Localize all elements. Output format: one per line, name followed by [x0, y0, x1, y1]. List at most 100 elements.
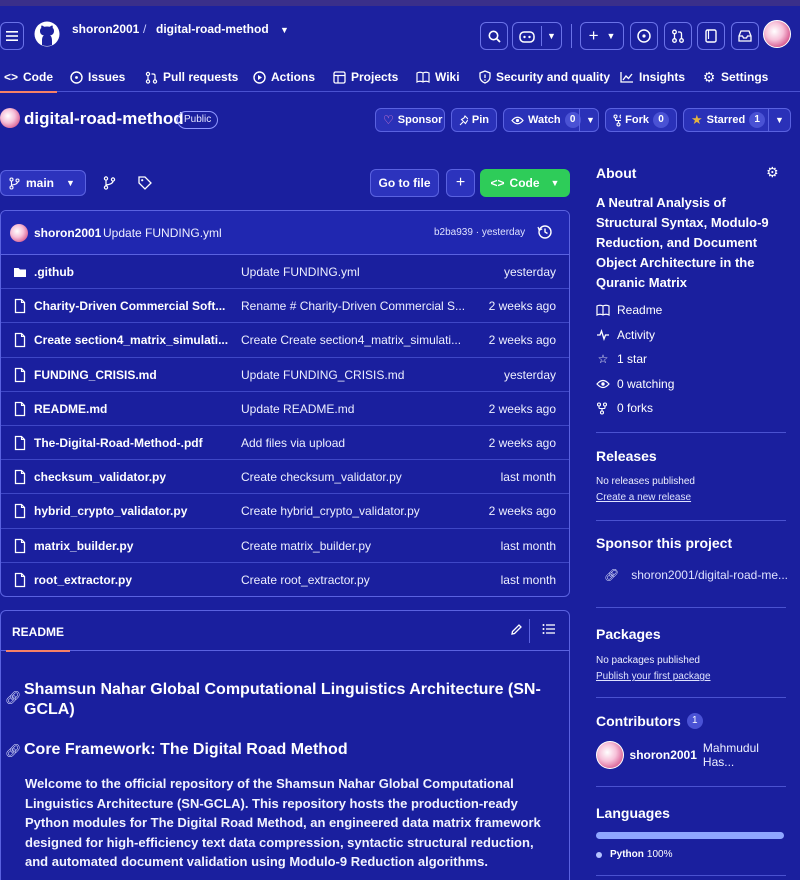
sponsor-link[interactable]: 🔗︎ shoron2001/digital-road-me... — [604, 568, 800, 582]
visibility-badge: Public — [177, 111, 219, 129]
tab-label: Code — [23, 70, 53, 84]
github-logo-icon[interactable] — [34, 21, 60, 47]
divider — [579, 109, 580, 131]
tab-wiki[interactable]: Wiki — [416, 62, 460, 92]
file-row[interactable]: README.md Update README.md 2 weeks ago — [1, 392, 569, 426]
repo-link[interactable]: digital-road-method ▼ — [156, 22, 289, 36]
stars-link[interactable]: ☆ 1 star — [596, 352, 647, 366]
forks-link[interactable]: 0 forks — [596, 401, 653, 415]
file-commit-message[interactable]: Create root_extractor.py — [241, 573, 370, 587]
repo-title[interactable]: digital-road-method — [24, 109, 184, 129]
file-row[interactable]: Charity-Driven Commercial Soft... Rename … — [1, 289, 569, 324]
issues-button[interactable] — [630, 22, 658, 50]
tab-insights[interactable]: Insights — [620, 62, 685, 92]
file-commit-message[interactable]: Create checksum_validator.py — [241, 470, 402, 484]
releases-heading[interactable]: Releases — [596, 448, 792, 464]
pencil-icon[interactable] — [510, 623, 523, 636]
branch-icon — [9, 176, 20, 190]
contributors-heading[interactable]: Contributors 1 — [596, 713, 792, 729]
file-icon — [14, 299, 26, 314]
avatar[interactable] — [10, 224, 28, 242]
copilot-button[interactable]: ▼ — [512, 22, 562, 50]
chevron-down-icon[interactable]: ▼ — [586, 115, 595, 125]
chevron-down-icon[interactable]: ▼ — [775, 115, 784, 125]
anchor-link-icon[interactable]: 🔗︎ — [5, 690, 22, 706]
language-name: Python — [610, 849, 644, 860]
add-file-button[interactable]: + — [446, 169, 475, 197]
file-name[interactable]: matrix_builder.py — [34, 539, 133, 553]
file-row[interactable]: FUNDING_CRISIS.md Update FUNDING_CRISIS.m… — [1, 358, 569, 392]
file-name[interactable]: hybrid_crypto_validator.py — [34, 504, 187, 518]
file-name[interactable]: checksum_validator.py — [34, 470, 166, 484]
tab-code[interactable]: <> Code — [0, 62, 57, 93]
commit-message[interactable]: Update FUNDING.yml — [103, 226, 222, 240]
file-row[interactable]: checksum_validator.py Create checksum_val… — [1, 460, 569, 495]
repositories-button[interactable] — [697, 22, 725, 50]
file-name[interactable]: The-Digital-Road-Method-.pdf — [34, 436, 203, 450]
tab-settings[interactable]: ⚙ Settings — [702, 62, 769, 92]
file-commit-message[interactable]: Create matrix_builder.py — [241, 539, 371, 553]
tab-security[interactable]: Security and quality — [479, 62, 610, 92]
watch-button[interactable]: Watch 0 ▼ — [503, 108, 599, 132]
outline-list-icon[interactable] — [542, 623, 556, 635]
starred-button[interactable]: ★ Starred 1 ▼ — [683, 108, 791, 132]
language-item[interactable]: Python 100% — [596, 849, 792, 860]
file-name[interactable]: .github — [34, 265, 74, 279]
inbox-icon — [738, 30, 752, 42]
divider — [571, 24, 572, 48]
menu-button[interactable] — [0, 22, 24, 50]
search-button[interactable] — [480, 22, 508, 50]
readme-link[interactable]: Readme — [596, 303, 662, 317]
go-to-file-button[interactable]: Go to file — [370, 169, 439, 197]
owner-link[interactable]: shoron2001 — [72, 22, 139, 36]
pin-button[interactable]: Pin — [451, 108, 497, 132]
anchor-link-icon[interactable]: 🔗︎ — [5, 743, 22, 759]
file-commit-message[interactable]: Rename # Charity-Driven Commercial S... — [241, 299, 465, 313]
branch-selector[interactable]: main ▼ — [0, 170, 86, 196]
file-name[interactable]: root_extractor.py — [34, 573, 132, 587]
file-row[interactable]: matrix_builder.py Create matrix_builder.p… — [1, 529, 569, 563]
code-dropdown-button[interactable]: <> Code ▼ — [480, 169, 570, 197]
file-name[interactable]: Create section4_matrix_simulati... — [34, 333, 228, 347]
contributor-item[interactable]: shoron2001 Mahmudul Has... — [596, 741, 792, 769]
branches-icon[interactable] — [103, 176, 116, 190]
gear-icon[interactable]: ⚙ — [766, 164, 779, 181]
file-row[interactable]: hybrid_crypto_validator.py Create hybrid_… — [1, 494, 569, 529]
publish-package-link[interactable]: Publish your first package — [596, 671, 792, 682]
tag-icon[interactable] — [138, 176, 152, 190]
file-commit-message[interactable]: Update FUNDING_CRISIS.md — [241, 368, 404, 382]
packages-heading[interactable]: Packages — [596, 626, 792, 642]
tab-pull-requests[interactable]: Pull requests — [145, 62, 238, 92]
history-icon[interactable] — [537, 224, 553, 240]
file-name[interactable]: FUNDING_CRISIS.md — [34, 368, 157, 382]
activity-link[interactable]: Activity — [596, 328, 655, 342]
fork-button[interactable]: Fork 0 — [605, 108, 677, 132]
readme-tab[interactable]: README — [5, 625, 71, 652]
commit-author[interactable]: shoron2001 — [34, 226, 101, 240]
folder-icon — [14, 268, 26, 277]
sponsor-button[interactable]: ♡ Sponsor — [375, 108, 445, 132]
file-commit-message[interactable]: Update README.md — [241, 402, 354, 416]
file-row[interactable]: The-Digital-Road-Method-.pdf Add files vi… — [1, 426, 569, 461]
tab-actions[interactable]: Actions — [253, 62, 315, 92]
file-commit-message[interactable]: Create Create section4_matrix_simulati..… — [241, 333, 461, 347]
heart-icon: ♡ — [383, 113, 394, 127]
inbox-button[interactable] — [731, 22, 759, 50]
pull-requests-button[interactable] — [664, 22, 692, 50]
tab-issues[interactable]: Issues — [70, 62, 125, 92]
user-avatar[interactable] — [763, 20, 791, 48]
file-name[interactable]: Charity-Driven Commercial Soft... — [34, 299, 225, 313]
file-row[interactable]: .github Update FUNDING.yml yesterday — [1, 255, 569, 290]
file-commit-message[interactable]: Create hybrid_crypto_validator.py — [241, 504, 420, 518]
file-name[interactable]: README.md — [34, 402, 107, 416]
file-commit-message[interactable]: Update FUNDING.yml — [241, 265, 360, 279]
divider — [596, 875, 786, 876]
commit-hash-time[interactable]: b2ba939 · yesterday — [434, 227, 525, 238]
watching-link[interactable]: 0 watching — [596, 377, 674, 391]
file-row[interactable]: Create section4_matrix_simulati... Create… — [1, 323, 569, 358]
file-row[interactable]: root_extractor.py Create root_extractor.p… — [1, 563, 569, 596]
create-new-button[interactable]: + ▼ — [580, 22, 624, 50]
file-commit-message[interactable]: Add files via upload — [241, 436, 345, 450]
create-release-link[interactable]: Create a new release — [596, 492, 792, 503]
tab-projects[interactable]: Projects — [333, 62, 398, 92]
